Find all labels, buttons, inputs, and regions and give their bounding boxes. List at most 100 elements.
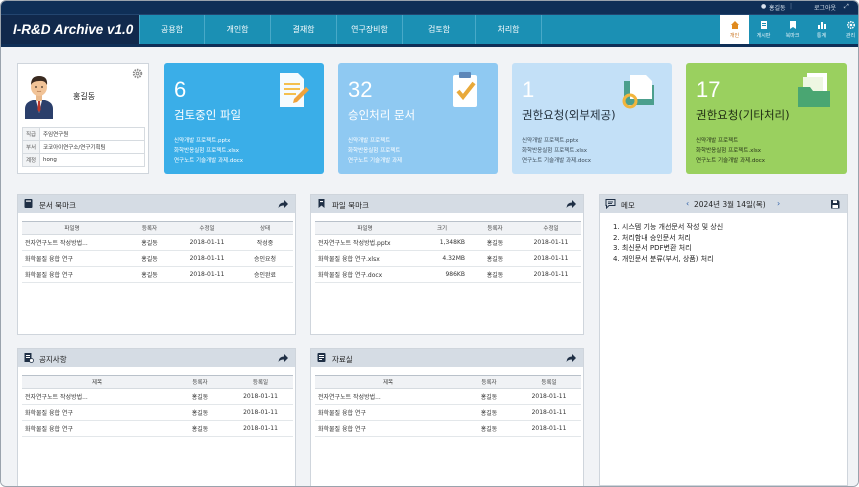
cell-date: 2018-01-11	[228, 420, 293, 437]
table-row[interactable]: 화학물질 융합 연구 홍길동 2018-01-11	[22, 404, 293, 421]
card-file[interactable]: 화학반응실험 프로젝트	[348, 146, 402, 156]
table-row[interactable]: 화학물질 융합 연구 홍길동 2018-01-11	[315, 420, 581, 437]
folder-transfer-icon	[622, 75, 654, 109]
share-arrow-icon[interactable]	[278, 199, 288, 209]
card-file-list: 신약개발 프로젝트 화학반응실험 프로젝트.xlsx 연구노트 기술개발 과제.…	[696, 136, 765, 166]
cell-title[interactable]: 화학물질 융합 연구	[315, 420, 461, 437]
cell-name[interactable]: 전자연구노트 작성방법.pptx	[315, 234, 415, 251]
cell-name[interactable]: 화학물질 융합 연구	[22, 266, 122, 283]
cell-author: 홍길동	[122, 266, 177, 283]
cell-status: 작성중	[237, 234, 293, 251]
card-external-request[interactable]: 1 권한요청(외부제공) 신약개발 프로젝트.pptx 화학반응실험 프로젝트.…	[512, 63, 672, 174]
table-row[interactable]: 화학물질 융합 연구.docx 986KB 홍길동 2018-01-11	[315, 266, 581, 283]
card-count: 17	[696, 77, 721, 102]
cell-name[interactable]: 화학물질 융합 연구.docx	[315, 266, 415, 283]
next-day-button[interactable]: ›	[777, 199, 780, 208]
cell-author: 홍길동	[461, 420, 517, 437]
fullscreen-icon[interactable]: ⤢	[844, 3, 849, 11]
cell-name[interactable]: 전자연구노트 작성방법...	[22, 234, 122, 251]
cell-author: 홍길동	[469, 266, 521, 283]
table-row[interactable]: 전자연구노트 작성방법.pptx 1,348KB 홍길동 2018-01-11	[315, 234, 581, 251]
table-row[interactable]: 화학물질 융합 연구 홍길동 2018-01-11	[315, 404, 581, 421]
prev-day-button[interactable]: ‹	[686, 199, 689, 208]
avatar	[25, 76, 53, 119]
cell-date: 2018-01-11	[521, 234, 581, 251]
table-row[interactable]: 화학물질 융합 연구.xlsx 4.32MB 홍길동 2018-01-11	[315, 250, 581, 267]
menu-approval[interactable]: 결재함	[271, 15, 337, 44]
nav-admin[interactable]: 관리	[836, 15, 858, 44]
cell-author: 홍길동	[172, 420, 228, 437]
nav-stats-label: 통계	[816, 33, 827, 39]
logout-link[interactable]: 로그아웃	[814, 3, 836, 12]
app-logo[interactable]: I-R&D Archive v1.0	[1, 15, 139, 44]
top-utility-bar: ● 홍길동 | 로그아웃 ⤢	[1, 1, 858, 15]
folder-stack-icon	[798, 73, 830, 107]
bookmark-icon	[789, 21, 796, 29]
card-file[interactable]: 화학반응실험 프로젝트.xlsx	[696, 146, 765, 156]
panel-title: 파일 북마크	[332, 201, 369, 210]
app-window: ● 홍길동 | 로그아웃 ⤢ I-R&D Archive v1.0 공용함 개인…	[0, 0, 859, 487]
card-file[interactable]: 신약개발 프로젝트	[696, 136, 765, 146]
card-file[interactable]: 연구노트 기술개발 과제.docx	[522, 156, 591, 166]
cell-size: 986KB	[415, 266, 469, 283]
share-arrow-icon[interactable]	[278, 353, 288, 363]
card-file-list: 신약개발 프로젝트 화학반응실험 프로젝트 연구노트 기술개발 과제	[348, 136, 402, 166]
menu-public[interactable]: 공용함	[139, 15, 205, 44]
table-row[interactable]: 전자연구노트 작성방법... 홍길동 2018-01-11	[315, 388, 581, 405]
card-approval-docs[interactable]: 32 승인처리 문서 신약개발 프로젝트 화학반응실험 프로젝트 연구노트 기술…	[338, 63, 498, 174]
panel-title: 공지사항	[39, 355, 67, 364]
col-header: 수정일	[521, 221, 581, 235]
menu-process[interactable]: 처리함	[476, 15, 542, 44]
nav-board[interactable]: 게시판	[749, 15, 778, 44]
col-header: 제목	[315, 375, 461, 389]
cell-title[interactable]: 화학물질 융합 연구	[22, 404, 172, 421]
main-menu: 공용함 개인함 결재함 연구장비함 검토함 처리함	[139, 15, 542, 44]
library-panel: 자료실 제목 등록자 등록일 전자연구노트 작성방법... 홍길동 2018-01-11…	[310, 348, 584, 486]
card-file[interactable]: 화학반응실험 프로젝트.xlsx	[174, 146, 243, 156]
card-reviewing-files[interactable]: 6 검토중인 파일 신약개발 프로젝트.pptx 화학반응실험 프로젝트.xls…	[164, 63, 324, 174]
home-icon	[730, 21, 739, 29]
card-file[interactable]: 연구노트 기술개발 과제	[348, 156, 402, 166]
profile-row: 직급 주임연구원	[22, 127, 145, 141]
document-icon	[280, 73, 309, 107]
table-row[interactable]: 화학물질 융합 연구 홍길동 2018-01-11 승인완료	[22, 266, 293, 283]
nav-personal[interactable]: 개인	[720, 15, 749, 44]
cell-name[interactable]: 화학물질 융합 연구.xlsx	[315, 250, 415, 267]
cell-title[interactable]: 화학물질 융합 연구	[315, 404, 461, 421]
memo-item[interactable]: 4. 개인문서 분류(부서, 상품) 처리	[613, 254, 723, 265]
settings-gear-icon[interactable]	[132, 68, 143, 79]
memo-icon	[605, 199, 616, 209]
card-other-request[interactable]: 17 권한요청(기타처리) 신약개발 프로젝트 화학반응실험 프로젝트.xlsx…	[686, 63, 847, 174]
share-arrow-icon[interactable]	[566, 353, 576, 363]
card-file[interactable]: 신약개발 프로젝트.pptx	[522, 136, 591, 146]
gear-icon	[846, 20, 855, 30]
table-row[interactable]: 전자연구노트 작성방법... 홍길동 2018-01-11 작성중	[22, 234, 293, 251]
cell-author: 홍길동	[172, 404, 228, 421]
cell-title[interactable]: 화학물질 융합 연구	[22, 420, 172, 437]
memo-item[interactable]: 2. 처리함내 승인문서 처리	[613, 233, 723, 244]
cell-title[interactable]: 전자연구노트 작성방법...	[315, 388, 461, 405]
memo-item[interactable]: 3. 최신문서 PDF변환 처리	[613, 243, 723, 254]
nav-bookmark[interactable]: 북마크	[778, 15, 807, 44]
memo-item[interactable]: 1. 시스템 기능 개선문서 작성 및 상신	[613, 222, 723, 233]
table-row[interactable]: 전자연구노트 작성방법... 홍길동 2018-01-11	[22, 388, 293, 405]
memo-date: 2024년 3월 14일(목)	[694, 200, 766, 209]
card-file[interactable]: 연구노트 기술개발 과제.docx	[174, 156, 243, 166]
menu-personal[interactable]: 개인함	[205, 15, 271, 44]
nav-stats[interactable]: 통계	[807, 15, 836, 44]
table-row[interactable]: 화학물질 융합 연구 홍길동 2018-01-11	[22, 420, 293, 437]
share-arrow-icon[interactable]	[566, 199, 576, 209]
card-file[interactable]: 연구노트 기술개발 과제.docx	[696, 156, 765, 166]
cell-date: 2018-01-11	[521, 266, 581, 283]
cell-title[interactable]: 전자연구노트 작성방법...	[22, 388, 172, 405]
card-file[interactable]: 신약개발 프로젝트.pptx	[174, 136, 243, 146]
table-row[interactable]: 화학물질 융합 연구 홍길동 2018-01-11 승인요청	[22, 250, 293, 267]
col-header: 등록일	[228, 375, 293, 389]
profile-key: 부서	[22, 140, 40, 154]
save-icon[interactable]	[830, 199, 840, 209]
card-file[interactable]: 신약개발 프로젝트	[348, 136, 402, 146]
menu-review[interactable]: 검토함	[403, 15, 476, 44]
cell-name[interactable]: 화학물질 융합 연구	[22, 250, 122, 267]
card-file[interactable]: 화학반응실험 프로젝트.xlsx	[522, 146, 591, 156]
menu-equipment[interactable]: 연구장비함	[337, 15, 403, 44]
